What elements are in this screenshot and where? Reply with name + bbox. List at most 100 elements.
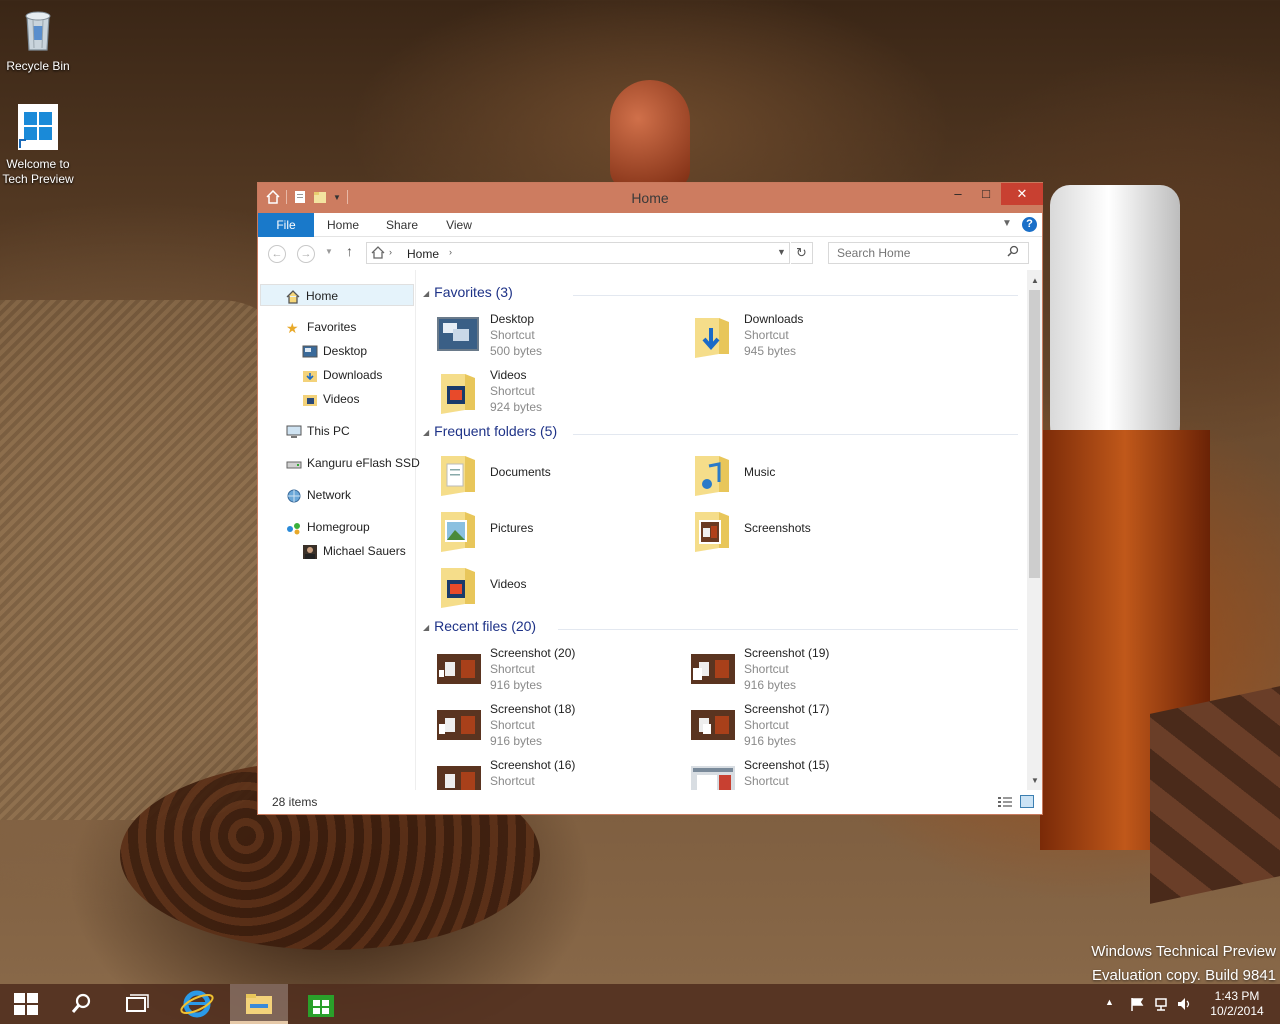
list-item-pictures[interactable]: Pictures <box>423 504 663 556</box>
list-item-screenshot-20[interactable]: Screenshot (20) Shortcut 916 bytes <box>423 644 663 696</box>
collapse-triangle-icon[interactable]: ◢ <box>423 289 429 298</box>
taskbar-store[interactable] <box>292 984 348 1024</box>
scroll-up-arrow-icon[interactable]: ▲ <box>1031 276 1039 285</box>
forward-button[interactable]: → <box>297 245 315 263</box>
clock-time: 1:43 PM <box>1214 989 1260 1003</box>
homegroup-icon <box>287 522 300 535</box>
item-name: Screenshots <box>744 521 811 535</box>
wallpaper-grinder <box>1040 430 1210 850</box>
collapse-triangle-icon[interactable]: ◢ <box>423 623 429 632</box>
content-pane: ◢ Favorites (3) Desktop Shortcut 500 byte… <box>423 270 1026 790</box>
item-name: Music <box>744 465 776 479</box>
screenshot-thumbnail-icon <box>691 710 735 740</box>
nav-item-favorites[interactable]: ★ Favorites <box>286 316 356 338</box>
minimize-button[interactable]: – <box>943 183 973 205</box>
address-bar[interactable]: › Home › ▼ <box>366 242 790 264</box>
nav-item-this-pc[interactable]: This PC <box>286 420 350 442</box>
music-folder-icon <box>695 456 729 496</box>
recent-locations-chevron-icon[interactable]: ▼ <box>325 247 333 256</box>
refresh-button[interactable]: ↻ <box>791 242 813 264</box>
star-icon: ★ <box>286 319 299 336</box>
nav-item-label: Home <box>306 289 339 303</box>
tab-view[interactable]: View <box>436 213 482 237</box>
nav-item-desktop[interactable]: Desktop <box>302 340 367 362</box>
start-button[interactable] <box>0 984 56 1024</box>
show-hidden-icons-chevron-icon[interactable]: ▲ <box>1105 997 1114 1007</box>
list-item-videos-shortcut[interactable]: Videos Shortcut 924 bytes <box>423 366 663 418</box>
group-header-recent-files[interactable]: ◢ Recent files (20) <box>423 618 1018 640</box>
back-button[interactable]: ← <box>268 245 286 263</box>
search-icon[interactable] <box>1007 245 1019 257</box>
system-clock[interactable]: 1:43 PM 10/2/2014 <box>1200 989 1274 1019</box>
close-button[interactable]: ✕ <box>1001 183 1043 205</box>
expand-ribbon-chevron-icon[interactable]: ▼ <box>1002 218 1012 229</box>
nav-item-videos[interactable]: Videos <box>302 388 359 410</box>
tab-share[interactable]: Share <box>376 213 428 237</box>
list-item-screenshot-18[interactable]: Screenshot (18) Shortcut 916 bytes <box>423 700 663 752</box>
scroll-down-arrow-icon[interactable]: ▼ <box>1031 776 1039 785</box>
taskbar-file-explorer[interactable] <box>230 984 288 1024</box>
item-type: Shortcut <box>490 328 535 342</box>
list-item-music[interactable]: Music <box>677 448 917 500</box>
downloads-folder-icon <box>695 318 729 358</box>
title-bar[interactable]: ▼ Home – □ ✕ <box>258 183 1043 213</box>
tab-home[interactable]: Home <box>320 213 366 237</box>
search-input[interactable] <box>828 242 1029 264</box>
nav-item-downloads[interactable]: Downloads <box>302 364 382 386</box>
list-item-screenshot-17[interactable]: Screenshot (17) Shortcut 916 bytes <box>677 700 917 752</box>
list-item-documents[interactable]: Documents <box>423 448 663 500</box>
nav-item-homegroup[interactable]: Homegroup <box>286 516 370 538</box>
nav-item-kanguru-drive[interactable]: Kanguru eFlash SSD <box>286 452 420 474</box>
list-item-screenshot-15[interactable]: Screenshot (15) Shortcut <box>677 756 917 790</box>
list-item-downloads[interactable]: Downloads Shortcut 945 bytes <box>677 310 917 362</box>
list-item-screenshot-16[interactable]: Screenshot (16) Shortcut <box>423 756 663 790</box>
desktop-icon-welcome[interactable]: Welcome to Tech Preview <box>0 104 76 187</box>
nav-item-label: Favorites <box>307 320 357 334</box>
collapse-triangle-icon[interactable]: ◢ <box>423 428 429 437</box>
help-icon[interactable]: ? <box>1022 217 1037 232</box>
taskbar-search-button[interactable] <box>54 984 110 1024</box>
desktop-icon-recycle-bin[interactable]: Recycle Bin <box>0 6 76 74</box>
item-type: Shortcut <box>744 662 789 676</box>
nav-item-label: This PC <box>307 424 350 438</box>
action-center-flag-icon[interactable] <box>1129 996 1145 1012</box>
evaluation-watermark: Windows Technical Preview Evaluation cop… <box>1060 940 1276 988</box>
item-type: Shortcut <box>744 328 789 342</box>
group-header-frequent-folders[interactable]: ◢ Frequent folders (5) <box>423 423 1018 445</box>
nav-item-network[interactable]: Network <box>286 484 351 506</box>
breadcrumb-home[interactable]: Home <box>407 247 439 261</box>
item-size: 916 bytes <box>490 734 543 748</box>
list-item-screenshot-19[interactable]: Screenshot (19) Shortcut 916 bytes <box>677 644 917 696</box>
breadcrumb-separator[interactable]: › <box>389 247 392 257</box>
screenshot-thumbnail-icon <box>437 766 481 790</box>
nav-item-home[interactable]: Home <box>260 284 414 306</box>
desktop-icon-label: Welcome to Tech Preview <box>2 157 74 186</box>
volume-icon[interactable] <box>1176 996 1192 1012</box>
network-tray-icon[interactable] <box>1153 996 1169 1012</box>
nav-item-michael-sauers[interactable]: Michael Sauers <box>302 540 406 562</box>
item-size: 916 bytes <box>744 734 797 748</box>
group-divider <box>558 629 1018 630</box>
nav-item-label: Michael Sauers <box>323 544 406 558</box>
list-item-videos[interactable]: Videos <box>423 560 663 612</box>
maximize-button[interactable]: □ <box>971 183 1001 205</box>
list-item-desktop[interactable]: Desktop Shortcut 500 bytes <box>423 310 663 362</box>
scrollbar-thumb[interactable] <box>1029 290 1040 578</box>
address-dropdown-icon[interactable]: ▼ <box>777 247 786 257</box>
breadcrumb-separator[interactable]: › <box>449 247 452 257</box>
taskbar-internet-explorer[interactable] <box>170 984 226 1024</box>
large-icons-view-icon[interactable] <box>1020 795 1034 808</box>
item-name: Downloads <box>744 312 804 326</box>
nav-item-label: Network <box>307 488 352 502</box>
item-name: Screenshot (18) <box>490 702 576 716</box>
details-view-icon[interactable] <box>998 796 1012 808</box>
wallpaper-cup <box>1050 185 1180 485</box>
wallpaper-grinder-knob <box>610 80 690 190</box>
vertical-scrollbar[interactable]: ▲ ▼ <box>1027 270 1042 790</box>
list-item-screenshots[interactable]: Screenshots <box>677 504 917 556</box>
tab-file[interactable]: File <box>258 213 314 237</box>
search-icon <box>71 993 91 1013</box>
up-button[interactable]: ↑ <box>346 243 353 259</box>
task-view-button[interactable] <box>110 984 166 1024</box>
group-header-favorites[interactable]: ◢ Favorites (3) <box>423 284 1018 306</box>
